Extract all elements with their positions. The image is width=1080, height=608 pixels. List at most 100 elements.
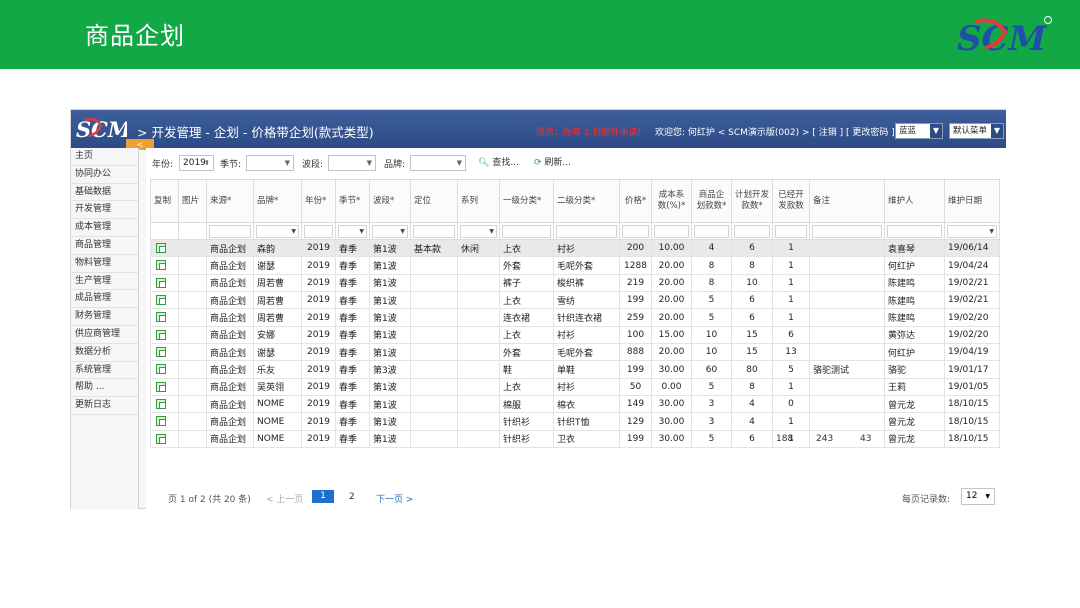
refresh-button[interactable]: ⟳ 刷新... bbox=[534, 155, 571, 171]
filter-select[interactable]: ▼ bbox=[460, 224, 497, 238]
sidebar-item-help[interactable]: 帮助 ... bbox=[71, 379, 138, 398]
copy-icon[interactable] bbox=[156, 381, 166, 392]
column-header[interactable]: 定位 bbox=[410, 179, 458, 223]
column-header[interactable]: 复制 bbox=[150, 179, 179, 223]
table-row[interactable]: 商品企划 谢瑟 2019 春季 第1波 外套 毛呢外套 888 20.00 10 15 13 何红护 19… bbox=[150, 343, 1000, 362]
filter-input[interactable] bbox=[556, 224, 617, 238]
sidebar-item-system[interactable]: 系统管理 bbox=[71, 362, 138, 380]
filter-input[interactable] bbox=[694, 224, 729, 238]
copy-icon[interactable] bbox=[156, 346, 166, 357]
copy-icon[interactable] bbox=[156, 277, 166, 288]
column-header[interactable]: 季节* bbox=[335, 179, 370, 223]
sidebar-item-finance[interactable]: 财务管理 bbox=[71, 308, 138, 326]
menu-select[interactable]: 默认菜单 ▼ bbox=[949, 123, 1004, 139]
table-cell: 2019 bbox=[301, 325, 336, 345]
season-select[interactable]: ▼ bbox=[246, 155, 294, 171]
column-header[interactable]: 已经开发款数 bbox=[772, 179, 810, 223]
brand-select[interactable]: ▼ bbox=[410, 155, 466, 171]
table-row[interactable]: 商品企划 NOME 2019 春季 第1波 针织衫 卫衣 199 30.00 5 6 1 曾元龙 18/1… bbox=[150, 429, 1000, 449]
filter-select[interactable]: ▼ bbox=[947, 224, 997, 238]
sidebar-item-changelog[interactable]: 更新日志 bbox=[71, 397, 138, 415]
sidebar-item-cost[interactable]: 成本管理 bbox=[71, 219, 138, 237]
prev-page-link[interactable]: < 上一页 bbox=[266, 492, 303, 505]
filter-input[interactable] bbox=[304, 224, 333, 238]
page-2-link[interactable]: 2 bbox=[349, 492, 355, 502]
column-header[interactable]: 年份* bbox=[301, 179, 336, 223]
search-button[interactable]: 🔍︎ 查找... bbox=[478, 155, 519, 171]
filter-select[interactable]: ▼ bbox=[338, 224, 367, 238]
filter-input[interactable] bbox=[622, 224, 649, 238]
copy-icon[interactable] bbox=[156, 364, 166, 375]
filter-input[interactable] bbox=[413, 224, 455, 238]
column-header[interactable]: 图片 bbox=[178, 179, 207, 223]
filter-input[interactable] bbox=[734, 224, 770, 238]
copy-icon[interactable] bbox=[156, 433, 166, 444]
theme-select[interactable]: 蓝蓝 ▼ bbox=[895, 123, 943, 139]
copy-icon[interactable] bbox=[156, 294, 166, 305]
table-cell: 春季 bbox=[335, 412, 370, 431]
table-row[interactable]: 商品企划 NOME 2019 春季 第1波 棉服 棉衣 149 30.00 3 4 0 曾元龙 18/10… bbox=[150, 395, 1000, 414]
wave-select[interactable]: ▼ bbox=[328, 155, 376, 171]
column-header[interactable]: 品牌* bbox=[253, 179, 302, 223]
table-cell: 19/01/05 bbox=[944, 377, 1000, 397]
table-cell: 2019 bbox=[301, 377, 336, 397]
stepper-arrows-icon[interactable]: ⬍ bbox=[204, 156, 210, 170]
copy-icon[interactable] bbox=[156, 260, 166, 271]
table-row[interactable]: 商品企划 周若曹 2019 春季 第1波 裤子 梭织裤 219 20.00 8 10 1 陈建鸣 19/0… bbox=[150, 273, 1000, 293]
table-row[interactable]: 商品企划 吴英翎 2019 春季 第1波 上衣 衬衫 50 0.00 5 8 1 王莉 19/01/05 bbox=[150, 377, 1000, 397]
column-header[interactable]: 价格* bbox=[619, 179, 652, 223]
filter-input[interactable] bbox=[812, 224, 882, 238]
sidebar-item-material[interactable]: 物料管理 bbox=[71, 255, 138, 273]
column-header[interactable]: 备注 bbox=[809, 179, 885, 223]
table-cell: 曾元龙 bbox=[884, 395, 945, 414]
filter-select[interactable]: ▼ bbox=[256, 224, 299, 238]
sidebar-item-finished-goods[interactable]: 成品管理 bbox=[71, 290, 138, 309]
table-row[interactable]: 商品企划 森韵 2019 春季 第1波 基本款 休闲 上衣 衬衫 200 10.00 4 6 1 袁喜琴 19… bbox=[150, 238, 1000, 258]
column-header[interactable]: 计划开发款数* bbox=[731, 179, 773, 223]
table-row[interactable]: 商品企划 周若曹 2019 春季 第1波 连衣裙 针织连衣裙 259 20.00 5 6 1 陈建鸣 19… bbox=[150, 308, 1000, 327]
filter-input[interactable] bbox=[209, 224, 251, 238]
column-header[interactable]: 系列 bbox=[457, 179, 500, 223]
filter-input[interactable] bbox=[654, 224, 689, 238]
table-row[interactable]: 商品企划 乐友 2019 春季 第3波 鞋单鞋 199 30.00 60 80 5 骆驼测试 骆驼 19/… bbox=[150, 360, 1000, 379]
table-cell: 129 bbox=[619, 412, 652, 431]
sidebar-item-base-data[interactable]: 基础数据 bbox=[71, 184, 138, 202]
sidebar-item-home[interactable]: 主页 bbox=[71, 148, 138, 166]
copy-icon[interactable] bbox=[156, 329, 166, 340]
table-row[interactable]: 商品企划 周若曹 2019 春季 第1波 上衣 雪纺 199 20.00 5 6 1 陈建鸣 19/02/… bbox=[150, 291, 1000, 310]
column-header[interactable]: 二级分类* bbox=[553, 179, 620, 223]
page-1-button[interactable]: 1 bbox=[312, 490, 334, 503]
column-header[interactable]: 波段* bbox=[369, 179, 411, 223]
column-header[interactable]: 来源* bbox=[206, 179, 254, 223]
sidebar-item-product[interactable]: 商品管理 bbox=[71, 237, 138, 255]
sidebar-item-production[interactable]: 生产管理 bbox=[71, 273, 138, 291]
per-page-select[interactable]: 12 ▼ bbox=[961, 488, 995, 505]
filter-input[interactable] bbox=[887, 224, 942, 238]
column-header[interactable]: 一级分类* bbox=[499, 179, 554, 223]
filter-input[interactable] bbox=[775, 224, 807, 238]
table-row[interactable]: 商品企划 安娜 2019 春季 第1波 上衣 衬衫 100 15.00 10 15 6 黄弥达 19/02… bbox=[150, 325, 1000, 345]
mail-notice[interactable]: 提示：你有 1 封邮件未读! bbox=[536, 125, 641, 138]
filter-input[interactable] bbox=[502, 224, 551, 238]
year-stepper[interactable]: 2019 ⬍ bbox=[179, 155, 214, 171]
table-cell: 80 bbox=[731, 360, 773, 379]
column-header[interactable]: 维护日期 bbox=[944, 179, 1000, 223]
sidebar-item-supplier[interactable]: 供应商管理 bbox=[71, 326, 138, 344]
column-header[interactable]: 商品企划款数* bbox=[691, 179, 732, 223]
next-page-link[interactable]: 下一页 > bbox=[376, 492, 413, 505]
welcome-text[interactable]: 欢迎您: 何红护 < SCM演示版(002) > [ 注销 ] [ 更改密码 ] bbox=[655, 125, 895, 138]
copy-icon[interactable] bbox=[156, 399, 166, 410]
app-topbar: SCM < > 开发管理 - 企划 - 价格带企划(款式类型) 提示：你有 1 … bbox=[71, 110, 1006, 150]
table-row[interactable]: 商品企划 NOME 2019 春季 第1波 针织衫 针织T恤 129 30.00 3 4 1 曾元龙 18… bbox=[150, 412, 1000, 431]
sidebar-item-development[interactable]: 开发管理 bbox=[71, 201, 138, 220]
table-row[interactable]: 商品企划 谢瑟 2019 春季 第1波 外套 毛呢外套 1288 20.00 8 8 1 何红护 19/0… bbox=[150, 256, 1000, 275]
copy-icon[interactable] bbox=[156, 416, 166, 427]
filter-select[interactable]: ▼ bbox=[372, 224, 408, 238]
sidebar-item-office[interactable]: 协同办公 bbox=[71, 166, 138, 184]
table-cell: 10.00 bbox=[651, 238, 692, 258]
column-header[interactable]: 维护人 bbox=[884, 179, 945, 223]
sidebar-item-analytics[interactable]: 数据分析 bbox=[71, 344, 138, 362]
copy-icon[interactable] bbox=[156, 312, 166, 323]
column-header[interactable]: 成本系数(%)* bbox=[651, 179, 692, 223]
copy-icon[interactable] bbox=[156, 242, 166, 253]
